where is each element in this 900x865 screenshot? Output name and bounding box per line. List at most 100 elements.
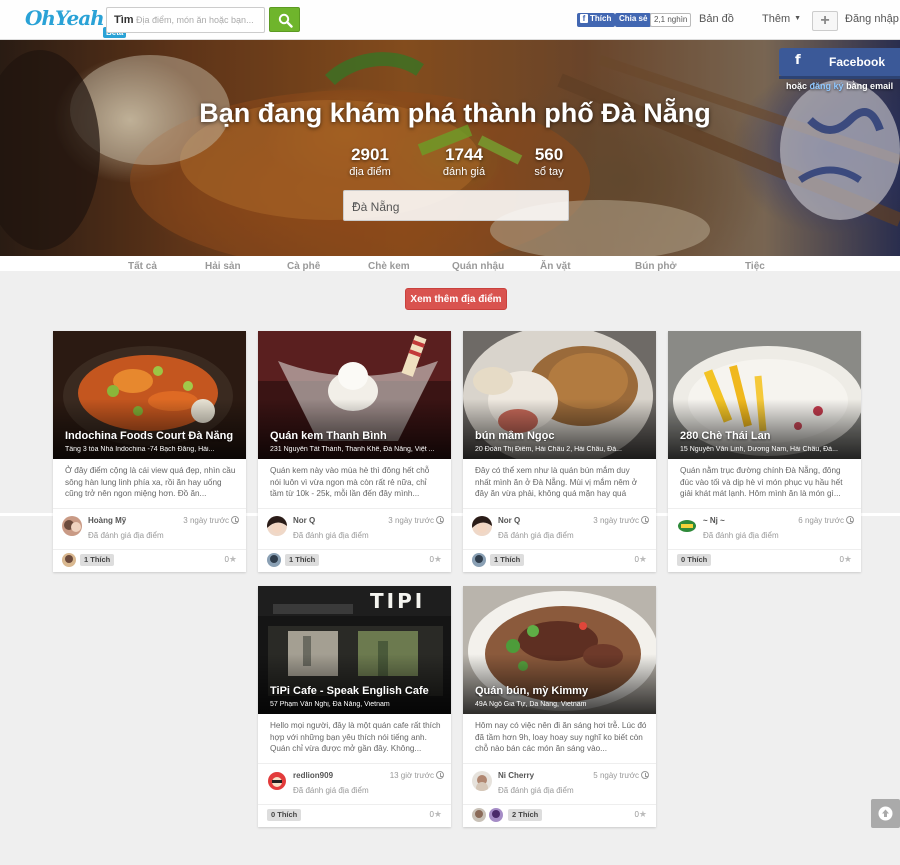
like-count-badge[interactable]: 0 Thích <box>267 809 302 821</box>
place-card[interactable]: Indochina Foods Court Đà Nẵng Tầng 3 tòa… <box>53 331 246 572</box>
like-count-badge[interactable]: 2 Thích <box>508 809 543 821</box>
card-divider <box>258 763 451 764</box>
category-tab[interactable]: Tất cả <box>128 261 157 271</box>
scroll-to-top-button[interactable] <box>871 799 900 828</box>
place-address: 15 Nguyễn Văn Linh, Dương Nam, Hải Châu,… <box>680 446 838 453</box>
place-name[interactable]: Indochina Foods Court Đà Nẵng <box>65 430 241 442</box>
place-card[interactable]: 280 Chè Thái Lan 15 Nguyễn Văn Linh, Dươ… <box>668 331 861 572</box>
nav-login-link[interactable]: Đăng nhập <box>845 13 899 25</box>
category-tab[interactable]: Cà phê <box>287 261 320 271</box>
facebook-like-count: 2,1 nghìn <box>650 13 692 27</box>
review-time: 5 ngày trước <box>593 771 649 780</box>
place-description: Ở đây điểm cộng là cái view quá đẹp, nhì… <box>65 466 236 498</box>
stat-value: 560 <box>534 145 564 164</box>
reviewer-name[interactable]: Nor Q <box>498 516 520 525</box>
stat-label: sổ tay <box>534 166 564 178</box>
search-input[interactable] <box>136 11 262 29</box>
category-tab[interactable]: Tiệc <box>745 261 765 271</box>
caret-down-icon: ▼ <box>794 15 802 22</box>
place-card[interactable]: bún mắm Ngọc 20 Đoàn Thị Điểm, Hải Châu … <box>463 331 656 572</box>
reviewer-avatar[interactable] <box>62 516 82 536</box>
place-name[interactable]: Quán kem Thanh Bình <box>270 430 446 442</box>
facebook-like-button[interactable]: f Thích <box>577 13 616 27</box>
or-text: hoặc <box>786 81 808 91</box>
place-card[interactable]: Quán bún, mỳ Kimmy 49A Ngô Gia Tự, Da Na… <box>463 586 656 827</box>
place-name[interactable]: TiPi Cafe - Speak English Cafe <box>270 685 446 697</box>
reviewer-avatar[interactable] <box>267 771 287 791</box>
like-count-badge[interactable]: 0 Thích <box>677 554 712 566</box>
place-photo[interactable]: TIPI TiPi Cafe - Speak English Cafe 57 P… <box>258 586 451 714</box>
fb-like-label: Thích <box>590 14 612 23</box>
nav-more-dropdown[interactable]: Thêm ▼ <box>762 13 801 25</box>
reviewer-avatar[interactable] <box>472 771 492 791</box>
category-tab[interactable]: Ăn vặt <box>540 261 571 271</box>
reviewer-name[interactable]: ~ Nj ~ <box>703 516 725 525</box>
clock-icon <box>846 516 854 524</box>
place-photo[interactable]: Quán kem Thanh Bình 231 Nguyễn Tất Thành… <box>258 331 451 459</box>
site-logo[interactable]: OhYeahBeta <box>25 6 127 38</box>
facebook-share-button[interactable]: Chia sẻ <box>615 13 652 27</box>
place-name[interactable]: 280 Chè Thái Lan <box>680 430 856 442</box>
reviewer-avatar[interactable] <box>677 516 697 536</box>
facebook-login-label: Facebook <box>829 55 886 69</box>
city-select[interactable]: Đà Nẵng ▼ <box>343 190 569 221</box>
place-photo[interactable]: Quán bún, mỳ Kimmy 49A Ngô Gia Tự, Da Na… <box>463 586 656 714</box>
register-suffix: bằng email <box>846 81 894 91</box>
review-action: Đã đánh giá địa điểm <box>293 531 369 540</box>
logo-text: OhYeah <box>25 6 105 30</box>
reviewer-name[interactable]: Ni Cherry <box>498 771 534 780</box>
place-description: Quán kem này vào mùa hè thì đông hết chỗ… <box>270 466 430 498</box>
place-card[interactable]: TIPI TiPi Cafe - Speak English Cafe 57 P… <box>258 586 451 827</box>
liker-avatar[interactable] <box>267 553 281 567</box>
review-time: 3 ngày trước <box>183 516 239 525</box>
card-divider <box>463 763 656 764</box>
stat-places: 2901 địa điểm <box>343 145 397 178</box>
facebook-icon: f <box>795 53 801 68</box>
nav-map-link[interactable]: Bản đồ <box>699 13 734 25</box>
more-places-button[interactable]: Xem thêm địa điểm <box>405 288 507 310</box>
place-description: Đây có thể xem như là quán bún mắm duy n… <box>475 466 638 501</box>
liker-avatar[interactable] <box>62 553 76 567</box>
place-rating: 0★ <box>224 554 237 565</box>
star-icon: ★ <box>638 809 647 819</box>
category-tab[interactable]: Bún phở <box>635 261 677 271</box>
like-count-badge[interactable]: 1 Thích <box>80 554 115 566</box>
hero-banner: Bạn đang khám phá thành phố Đà Nẵng 2901… <box>0 40 900 256</box>
place-name[interactable]: Quán bún, mỳ Kimmy <box>475 685 651 697</box>
category-tab[interactable]: Hải sản <box>205 261 241 271</box>
reviewer-avatar[interactable] <box>472 516 492 536</box>
facebook-icon: f <box>580 14 588 23</box>
hero-title: Bạn đang khám phá thành phố Đà Nẵng <box>199 98 711 128</box>
search-box: Tìm <box>106 7 265 33</box>
card-divider <box>53 549 246 550</box>
facebook-login-button[interactable]: f Facebook <box>779 48 900 76</box>
reviewer-name[interactable]: redlion909 <box>293 771 333 780</box>
place-description: Hôm nay có việc nên đi ăn sáng hơi trễ. … <box>475 721 647 753</box>
reviewer-name[interactable]: Nor Q <box>293 516 315 525</box>
like-count-badge[interactable]: 1 Thích <box>285 554 320 566</box>
register-link[interactable]: đăng ký <box>810 81 844 91</box>
search-button[interactable] <box>269 7 300 32</box>
place-photo[interactable]: 280 Chè Thái Lan 15 Nguyễn Văn Linh, Dươ… <box>668 331 861 459</box>
category-tab[interactable]: Quán nhậu <box>452 261 504 271</box>
liker-avatar[interactable] <box>472 553 486 567</box>
reviewer-name[interactable]: Hoàng Mỹ <box>88 516 126 525</box>
review-action: Đã đánh giá địa điểm <box>498 531 574 540</box>
category-tabs: Tất cả Hải sản Cà phê Chè kem Quán nhậu … <box>0 256 900 271</box>
place-card[interactable]: Quán kem Thanh Bình 231 Nguyễn Tất Thành… <box>258 331 451 572</box>
place-photo[interactable]: bún mắm Ngọc 20 Đoàn Thị Điểm, Hải Châu … <box>463 331 656 459</box>
category-tab[interactable]: Chè kem <box>368 261 410 271</box>
liker-avatar[interactable] <box>472 808 486 822</box>
add-button[interactable]: + <box>812 11 838 31</box>
place-name[interactable]: bún mắm Ngọc <box>475 430 651 442</box>
top-navbar: OhYeahBeta Tìm fThích Chia sẻ 2,1 nghìn … <box>0 0 900 40</box>
place-photo[interactable]: Indochina Foods Court Đà Nẵng Tầng 3 tòa… <box>53 331 246 459</box>
review-action: Đã đánh giá địa điểm <box>88 531 164 540</box>
like-count-badge[interactable]: 1 Thích <box>490 554 525 566</box>
place-description: Quán nằm trục đường chính Đà Nẵng, đông … <box>680 466 843 498</box>
card-divider <box>463 508 656 509</box>
liker-avatar[interactable] <box>489 808 503 822</box>
email-register-text: hoặc đăng ký bằng email <box>786 81 893 91</box>
card-divider <box>463 549 656 550</box>
reviewer-avatar[interactable] <box>267 516 287 536</box>
